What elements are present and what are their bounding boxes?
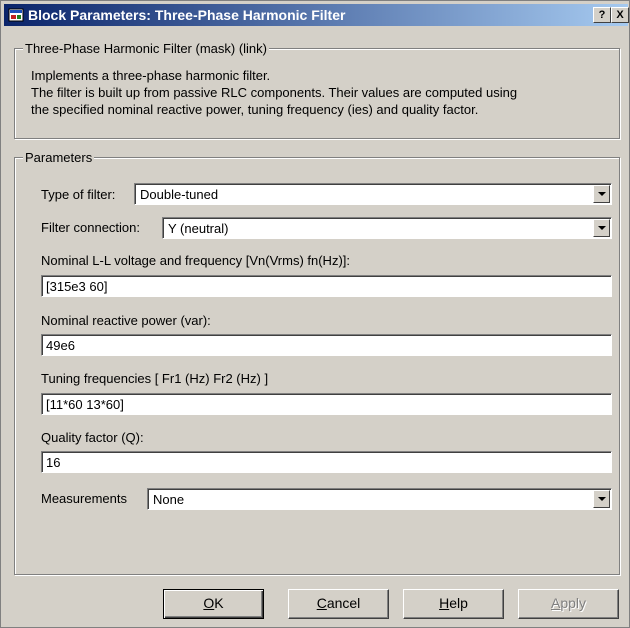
description-line-1: Implements a three-phase harmonic filter… [31,68,271,83]
quality-factor-label: Quality factor (Q): [41,430,144,445]
apply-button: Apply [518,589,619,619]
window-title: Block Parameters: Three-Phase Harmonic F… [28,7,346,23]
reactive-power-field[interactable]: 49e6 [41,334,612,356]
help-title-button[interactable]: ? [593,7,611,23]
filter-connection-value: Y (neutral) [168,221,229,236]
parameters-group: Parameters Type of filter: Double-tuned … [14,150,620,575]
ok-button[interactable]: OK [163,589,264,619]
filter-type-select[interactable]: Double-tuned [134,183,612,205]
block-parameters-icon [8,8,24,22]
mask-group-legend: Three-Phase Harmonic Filter (mask) (link… [23,41,269,56]
description-line-3: the specified nominal reactive power, tu… [31,102,479,117]
quality-factor-field[interactable]: 16 [41,451,612,473]
mask-description-group: Three-Phase Harmonic Filter (mask) (link… [14,41,620,139]
tuning-frequencies-label: Tuning frequencies [ Fr1 (Hz) Fr2 (Hz) ] [41,371,269,386]
apply-mnemonic: A [550,595,561,611]
filter-connection-dropdown-button[interactable] [593,219,610,237]
dialog-window: Block Parameters: Three-Phase Harmonic F… [0,0,630,628]
title-bar[interactable]: Block Parameters: Three-Phase Harmonic F… [4,4,629,26]
filter-connection-select[interactable]: Y (neutral) [162,217,612,239]
nominal-voltage-field[interactable]: [315e3 60] [41,275,612,297]
help-button[interactable]: Help [403,589,504,619]
apply-label: pply [560,595,587,611]
cancel-label: ancel [326,595,361,611]
close-button[interactable]: X [611,7,629,23]
filter-type-label: Type of filter: [41,187,116,202]
nominal-voltage-label: Nominal L-L voltage and frequency [Vn(Vr… [41,253,350,268]
cancel-button[interactable]: Cancel [288,589,389,619]
chevron-down-icon [598,497,606,501]
description-line-2: The filter is built up from passive RLC … [31,85,518,100]
measurements-value: None [153,492,185,507]
chevron-down-icon [598,192,606,196]
measurements-select[interactable]: None [147,488,612,510]
help-label: elp [449,595,468,611]
ok-label: K [214,595,224,611]
filter-type-value: Double-tuned [140,187,219,202]
tuning-frequencies-field[interactable]: [11*60 13*60] [41,393,612,415]
help-mnemonic: H [439,595,450,611]
reactive-power-label: Nominal reactive power (var): [41,313,211,328]
measurements-label: Measurements [41,491,127,506]
ok-mnemonic: O [203,595,215,611]
parameters-group-legend: Parameters [23,150,95,165]
cancel-mnemonic: C [316,595,327,611]
filter-type-dropdown-button[interactable] [593,185,610,203]
filter-connection-label: Filter connection: [41,220,140,235]
chevron-down-icon [598,226,606,230]
measurements-dropdown-button[interactable] [593,490,610,508]
